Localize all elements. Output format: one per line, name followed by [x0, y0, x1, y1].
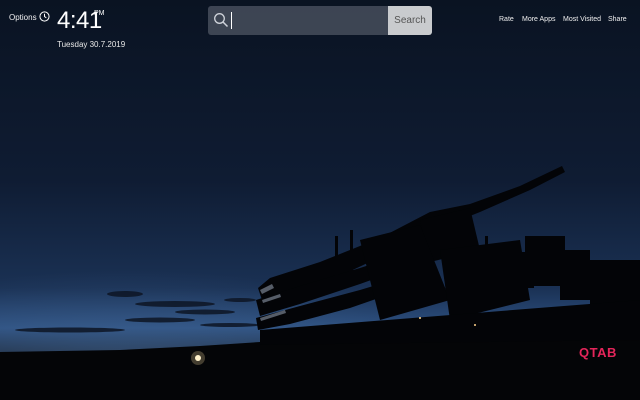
rate-link[interactable]: Rate [499, 16, 514, 23]
search-icon [214, 13, 229, 28]
search-input[interactable] [234, 10, 384, 31]
share-link[interactable]: Share [608, 16, 627, 23]
clock-icon[interactable] [39, 11, 50, 22]
clock-date: Tuesday 30.7.2019 [57, 40, 126, 49]
options-link[interactable]: Options [9, 13, 37, 22]
qtab-logo[interactable]: QTAB [579, 345, 617, 360]
top-bar: Options 4:41 PM Tuesday 30.7.2019 Search… [0, 0, 640, 60]
background-wallpaper [0, 0, 640, 400]
text-caret [231, 12, 232, 29]
search-bar: Search [208, 6, 432, 35]
clock-ampm: PM [94, 10, 105, 17]
most-visited-link[interactable]: Most Visited [563, 16, 601, 23]
search-box[interactable] [208, 6, 388, 35]
search-button[interactable]: Search [388, 6, 432, 35]
more-apps-link[interactable]: More Apps [522, 16, 555, 23]
